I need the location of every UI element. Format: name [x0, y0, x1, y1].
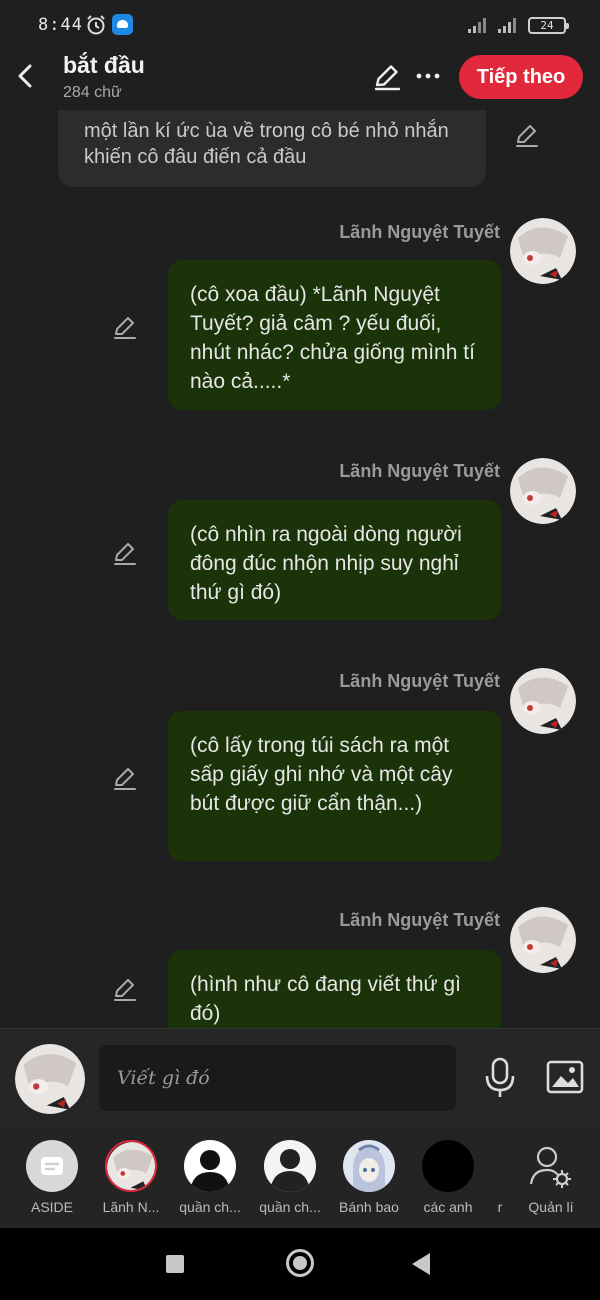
battery-icon: 24: [528, 17, 569, 34]
character-label: ASIDE: [30, 1199, 73, 1215]
message-bubble[interactable]: (cô lấy trong túi sách ra một sấp giấy g…: [168, 711, 501, 861]
alarm-icon: [87, 15, 105, 35]
character-quan-chung-1[interactable]: quần ch...: [170, 1138, 250, 1228]
edit-icon[interactable]: [112, 765, 138, 791]
edit-icon[interactable]: [112, 540, 138, 566]
recents-button[interactable]: [166, 1255, 184, 1273]
avatar: [343, 1140, 395, 1192]
word-count: 284 chữ: [63, 84, 122, 101]
character-strip: ASIDE Lãnh N... quần ch... quần ch... Bá…: [0, 1128, 600, 1228]
character-label: quần ch...: [259, 1199, 321, 1215]
status-time: 8:44: [38, 15, 83, 35]
message-bubble[interactable]: (cô nhìn ra ngoài dòng người đông đúc nh…: [168, 500, 501, 620]
character-label: quần ch...: [179, 1199, 241, 1215]
edit-icon[interactable]: [112, 314, 138, 340]
sender-name: Lãnh Nguyệt Tuyết: [339, 671, 500, 691]
system-back-button[interactable]: [412, 1253, 430, 1275]
message-list[interactable]: một lần kí ức ùa về trong cô bé nhỏ nhắn…: [0, 110, 600, 1028]
character-banh-bao[interactable]: Bánh bao: [329, 1138, 409, 1228]
character-label: Lãnh N...: [102, 1199, 160, 1215]
character-lanh-nguyet-tuyet[interactable]: Lãnh N...: [91, 1138, 171, 1228]
header: bắt đầu 284 chữ Tiếp theo: [0, 50, 600, 110]
signal-icon: [468, 18, 486, 33]
sender-name: Lãnh Nguyệt Tuyết: [339, 461, 500, 481]
manage-characters-icon: [529, 1146, 571, 1188]
home-button[interactable]: [286, 1249, 314, 1277]
narration-text: một lần kí ức ùa về trong cô bé nhỏ nhắn…: [84, 120, 449, 168]
current-character-avatar[interactable]: [15, 1044, 85, 1114]
character-label: Bánh bao: [339, 1199, 399, 1215]
system-nav-bar: [0, 1228, 600, 1300]
avatar[interactable]: [510, 668, 576, 734]
signal-icon-2: [498, 18, 516, 33]
sender-name: Lãnh Nguyệt Tuyết: [339, 222, 500, 242]
status-bar: 8:44 24: [0, 0, 600, 50]
avatar[interactable]: [510, 458, 576, 524]
next-button[interactable]: Tiếp theo: [459, 55, 583, 99]
narration-bubble[interactable]: một lần kí ức ùa về trong cô bé nhỏ nhắn…: [58, 110, 486, 187]
message-input[interactable]: [99, 1045, 456, 1111]
message-bubble[interactable]: (hình như cô đang viết thứ gì đó): [168, 950, 501, 1028]
cloud-app-icon: [112, 14, 133, 35]
silhouette-icon: [264, 1140, 316, 1192]
sender-name: Lãnh Nguyệt Tuyết: [339, 910, 500, 930]
chapter-title: bắt đầu: [63, 52, 145, 78]
character-label: Quản lí: [528, 1199, 574, 1215]
back-button[interactable]: [8, 58, 44, 94]
character-aside[interactable]: ASIDE: [12, 1138, 92, 1228]
edit-icon[interactable]: [514, 122, 540, 148]
avatar: [105, 1140, 157, 1192]
avatar[interactable]: [510, 907, 576, 973]
image-icon[interactable]: [545, 1057, 585, 1097]
more-options-icon[interactable]: [414, 62, 442, 90]
microphone-icon[interactable]: [482, 1056, 518, 1100]
message-bubble[interactable]: (cô xoa đầu) *Lãnh Nguyệt Tuyết? giả câm…: [168, 260, 501, 410]
character-quan-chung-2[interactable]: quần ch...: [250, 1138, 330, 1228]
aside-icon: [26, 1140, 78, 1192]
edit-title-icon[interactable]: [372, 62, 402, 92]
edit-icon[interactable]: [112, 976, 138, 1002]
input-bar: [0, 1028, 600, 1128]
manage-characters-button[interactable]: Quản lí: [511, 1138, 591, 1228]
silhouette-icon: [184, 1140, 236, 1192]
avatar[interactable]: [510, 218, 576, 284]
